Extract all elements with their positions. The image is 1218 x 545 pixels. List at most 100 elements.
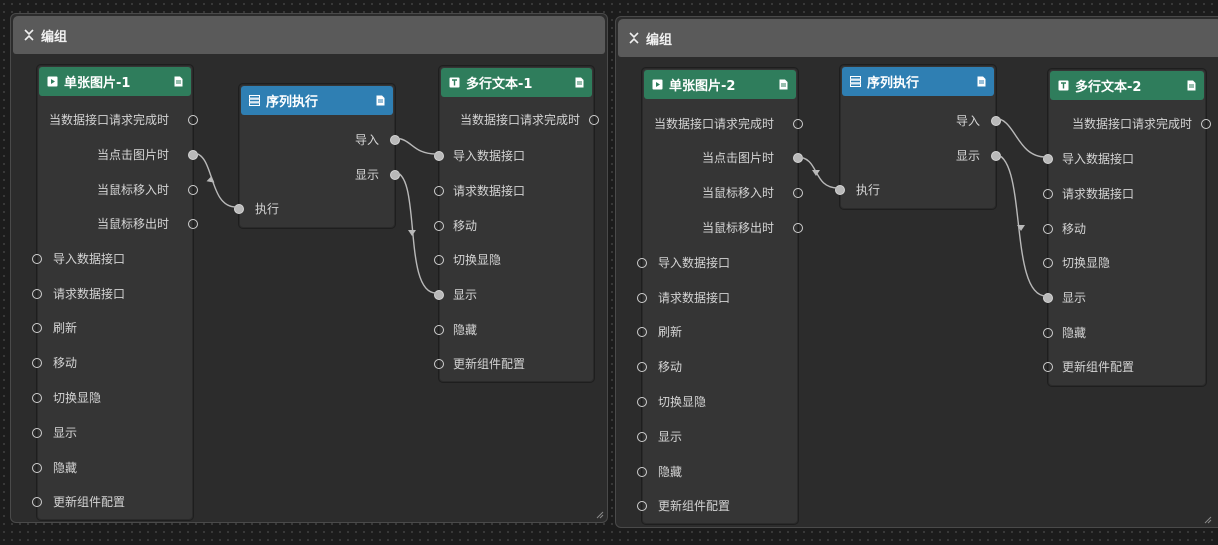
output-port[interactable] [188, 219, 198, 229]
input-port[interactable] [32, 254, 42, 264]
document-icon[interactable] [1187, 80, 1196, 91]
input-port-row: 更新组件配置 [658, 499, 731, 513]
output-port-row: 当点击图片时 [96, 148, 169, 162]
input-port[interactable] [32, 323, 42, 333]
image-node-header[interactable]: 单张图片-2 [644, 70, 796, 99]
input-port[interactable] [32, 289, 42, 299]
input-port[interactable] [1043, 362, 1053, 372]
input-port[interactable] [32, 393, 42, 403]
input-port[interactable] [434, 186, 444, 196]
output-port[interactable] [793, 188, 803, 198]
input-port[interactable] [1043, 328, 1053, 338]
input-port-row: 切换显隐 [658, 395, 707, 409]
text-t-icon [449, 77, 460, 88]
sequence-node[interactable]: 序列执行 导入 显示 执行 [234, 83, 400, 229]
document-icon[interactable] [575, 77, 584, 88]
input-port[interactable] [32, 497, 42, 507]
output-port[interactable] [188, 150, 198, 160]
output-port[interactable] [793, 223, 803, 233]
output-port[interactable] [991, 116, 1001, 126]
collapse-icon[interactable] [23, 29, 35, 41]
input-port[interactable] [637, 258, 647, 268]
output-port-row: 当鼠标移入时 [96, 183, 169, 197]
sequence-node-header[interactable]: 序列执行 [842, 67, 994, 96]
input-port[interactable] [637, 327, 647, 337]
group-2[interactable]: 编组 单张图片-2 当数据接口请求完成时 当点击图片时 当鼠标移入时 当鼠标移出… [615, 16, 1218, 528]
output-port[interactable] [589, 115, 599, 125]
text-node-header[interactable]: 多行文本-1 [441, 68, 592, 97]
document-icon[interactable] [174, 76, 183, 87]
input-port[interactable] [434, 290, 444, 300]
input-port-row: 请求数据接口 [53, 287, 126, 301]
node-title: 多行文本-2 [1075, 80, 1142, 95]
output-port[interactable] [390, 170, 400, 180]
input-port-row: 导入数据接口 [453, 149, 526, 163]
input-port[interactable] [835, 185, 845, 195]
play-icon [652, 79, 663, 90]
output-port[interactable] [188, 115, 198, 125]
input-port[interactable] [434, 359, 444, 369]
image-node[interactable]: 单张图片-1 当数据接口请求完成时 当点击图片时 当鼠标移入时 当鼠标移出时 导… [32, 64, 198, 521]
input-port[interactable] [637, 397, 647, 407]
sequence-node-header[interactable]: 序列执行 [241, 86, 393, 115]
play-icon [47, 76, 58, 87]
output-port[interactable] [991, 151, 1001, 161]
input-port[interactable] [32, 463, 42, 473]
output-port[interactable] [188, 185, 198, 195]
node-title: 多行文本-1 [466, 77, 533, 92]
output-port[interactable] [793, 119, 803, 129]
output-port-row: 当鼠标移入时 [701, 186, 774, 200]
input-port[interactable] [637, 467, 647, 477]
input-port[interactable] [1043, 258, 1053, 268]
group-header[interactable]: 编组 [13, 16, 605, 54]
collapse-icon[interactable] [628, 32, 640, 44]
input-port-row: 显示 [453, 288, 478, 302]
input-port[interactable] [434, 221, 444, 231]
input-port-row: 更新组件配置 [1062, 360, 1135, 374]
input-port[interactable] [637, 362, 647, 372]
input-port[interactable] [1043, 189, 1053, 199]
input-port-row: 请求数据接口 [453, 184, 526, 198]
input-port-row: 请求数据接口 [658, 291, 731, 305]
input-port[interactable] [637, 432, 647, 442]
output-port-row: 显示 [354, 168, 379, 182]
input-port[interactable] [32, 358, 42, 368]
sequence-node[interactable]: 序列执行 导入 显示 执行 [835, 64, 1001, 210]
document-icon[interactable] [779, 79, 788, 90]
input-port[interactable] [32, 428, 42, 438]
output-port[interactable] [1201, 119, 1211, 129]
input-port[interactable] [434, 255, 444, 265]
input-port-row: 移动 [1062, 222, 1087, 236]
text-node-header[interactable]: 多行文本-2 [1050, 71, 1204, 100]
group-title: 编组 [646, 32, 673, 48]
input-port[interactable] [637, 293, 647, 303]
group-1[interactable]: 编组 单张图片-1 当数据接口请求完成时 当点击图片时 当鼠标移入时 当鼠标移出… [10, 13, 608, 523]
node-title: 单张图片-2 [669, 79, 736, 94]
input-port-row: 刷新 [658, 325, 683, 339]
input-port[interactable] [234, 204, 244, 214]
input-port[interactable] [434, 325, 444, 335]
output-port-row: 当鼠标移出时 [701, 221, 774, 235]
resize-grip-icon[interactable] [1202, 514, 1212, 524]
output-port[interactable] [390, 135, 400, 145]
input-port-row: 导入数据接口 [658, 256, 731, 270]
input-port[interactable] [1043, 224, 1053, 234]
input-port-row: 移动 [53, 356, 78, 370]
input-port[interactable] [434, 151, 444, 161]
text-node[interactable]: 多行文本-2 当数据接口请求完成时 导入数据接口 请求数据接口 移动 切换显隐 … [1043, 68, 1211, 387]
document-icon[interactable] [376, 95, 385, 106]
input-port[interactable] [637, 501, 647, 511]
input-port[interactable] [1043, 293, 1053, 303]
node-title: 单张图片-1 [64, 76, 131, 91]
image-node-header[interactable]: 单张图片-1 [39, 67, 191, 96]
image-node[interactable]: 单张图片-2 当数据接口请求完成时 当点击图片时 当鼠标移入时 当鼠标移出时 导… [637, 67, 803, 525]
output-port[interactable] [793, 153, 803, 163]
text-node[interactable]: 多行文本-1 当数据接口请求完成时 导入数据接口 请求数据接口 移动 切换显隐 … [434, 65, 599, 383]
output-port-row: 导入 [354, 133, 379, 147]
input-port-row: 请求数据接口 [1062, 187, 1135, 201]
group-header[interactable]: 编组 [618, 19, 1218, 57]
input-port[interactable] [1043, 154, 1053, 164]
resize-grip-icon[interactable] [594, 509, 604, 519]
input-port-row: 显示 [53, 426, 78, 440]
document-icon[interactable] [977, 76, 986, 87]
